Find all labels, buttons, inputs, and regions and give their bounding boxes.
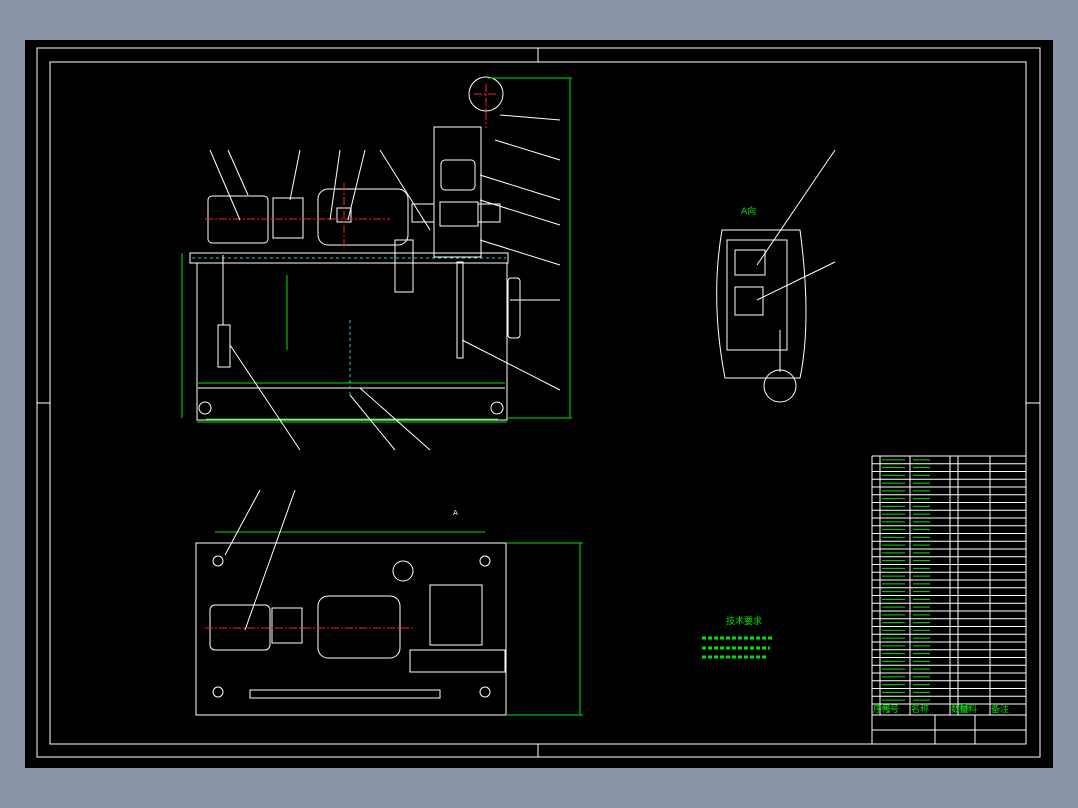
detail-label: A向	[741, 205, 756, 217]
cad-viewer: A A向 技术要求 序号 代号 名称 数量 材料 备注	[0, 0, 1078, 808]
drawing-sheet	[25, 40, 1053, 768]
bom-header-cell: 材料	[959, 703, 977, 715]
bom-header-cell: 备注	[991, 703, 1009, 715]
bom-header-cell: 名称	[911, 703, 929, 715]
view-label: A	[453, 509, 458, 517]
drawing-canvas[interactable]: A A向 技术要求 序号代号 名称 数量材料 备注	[0, 0, 1078, 808]
tech-requirements-title: 技术要求	[726, 615, 762, 627]
bom-header-cell: 代号	[881, 704, 899, 715]
